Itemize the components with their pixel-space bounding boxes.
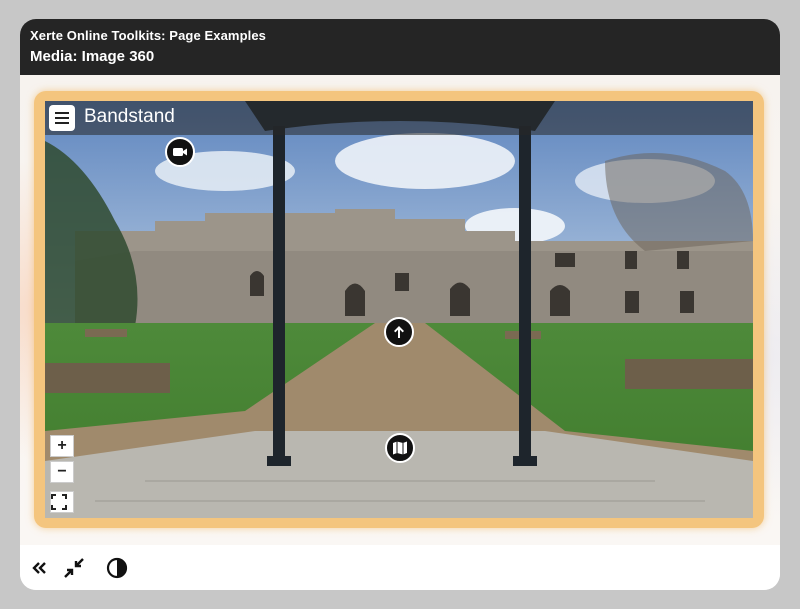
- scene-title: Bandstand: [84, 106, 175, 127]
- contrast-icon: [106, 557, 128, 579]
- contrast-button[interactable]: [106, 557, 128, 579]
- zoom-in-button[interactable]: +: [50, 435, 74, 457]
- app-window: Xerte Online Toolkits: Page Examples Med…: [20, 19, 780, 590]
- arrow-up-icon: [394, 326, 404, 338]
- page-title: Media: Image 360: [30, 48, 155, 65]
- menu-button[interactable]: [49, 105, 75, 131]
- map-icon: [393, 441, 407, 455]
- menu-icon: [55, 112, 69, 114]
- fullscreen-button[interactable]: [50, 491, 74, 513]
- fullscreen-icon: [51, 494, 67, 510]
- map-hotspot[interactable]: [385, 433, 415, 463]
- exit-fullscreen-icon: [64, 558, 84, 578]
- header: Xerte Online Toolkits: Page Examples Med…: [20, 19, 780, 75]
- collapse-left-icon: [32, 562, 46, 574]
- zoom-out-button[interactable]: −: [50, 461, 74, 483]
- panorama-viewer[interactable]: Bandstand + −: [45, 101, 753, 518]
- video-camera-icon: [173, 148, 187, 156]
- footer-toolbar: [20, 545, 780, 590]
- exit-fullscreen-button[interactable]: [63, 557, 85, 579]
- scene-titlebar: Bandstand: [45, 101, 753, 135]
- video-hotspot[interactable]: [165, 137, 195, 167]
- content-area: Bandstand + −: [20, 75, 780, 545]
- project-title: Xerte Online Toolkits: Page Examples: [30, 28, 266, 43]
- navigate-forward-hotspot[interactable]: [384, 317, 414, 347]
- collapse-button[interactable]: [29, 557, 51, 579]
